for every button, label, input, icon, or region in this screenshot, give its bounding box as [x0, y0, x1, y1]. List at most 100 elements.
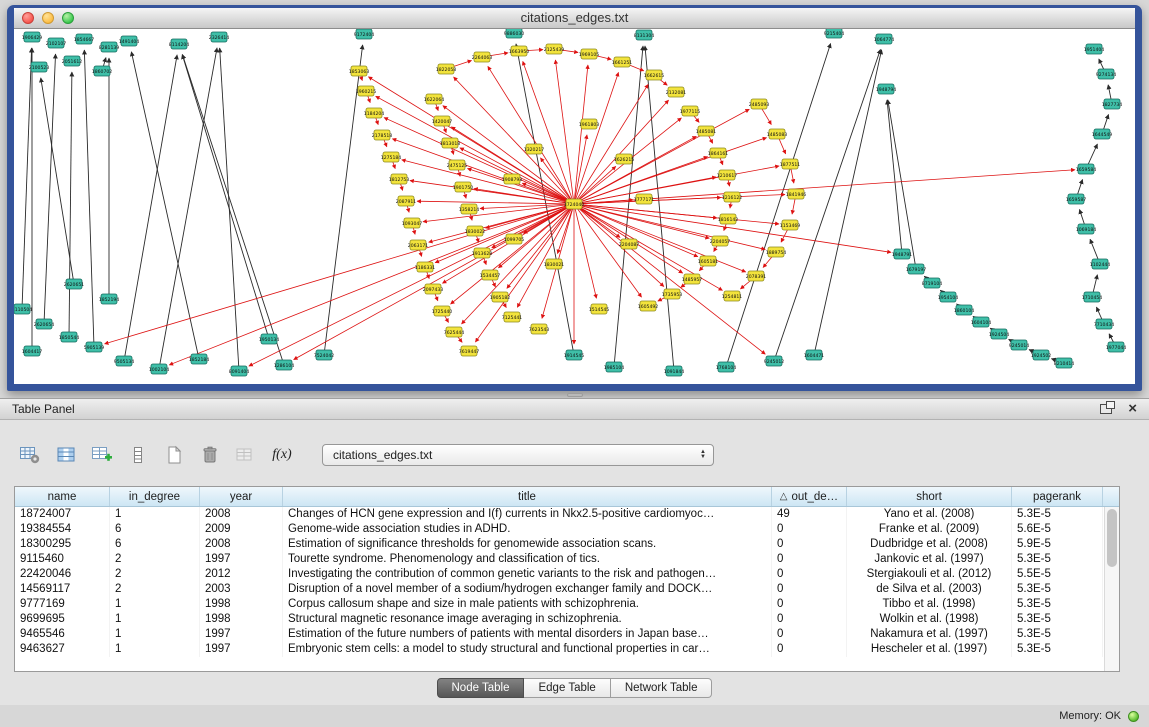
- graph-node[interactable]: 8091404: [229, 366, 250, 376]
- graph-node[interactable]: 1841946: [786, 189, 807, 199]
- graph-node[interactable]: 2102107: [46, 38, 67, 48]
- graph-node[interactable]: 1485081: [696, 126, 717, 136]
- graph-node[interactable]: 1254811: [722, 291, 743, 301]
- table-row[interactable]: 1872400712008Changes of HCN gene express…: [15, 507, 1119, 522]
- graph-node[interactable]: 1725440: [432, 306, 453, 316]
- graph-node[interactable]: 7619447: [459, 346, 480, 356]
- graph-node[interactable]: 1812753: [389, 174, 410, 184]
- column-header-title[interactable]: title: [283, 487, 772, 506]
- graph-node[interactable]: 1622064: [424, 94, 445, 104]
- graph-node[interactable]: 9886030: [504, 29, 525, 38]
- graph-node[interactable]: 1850544: [59, 332, 80, 342]
- scrollbar-thumb[interactable]: [1107, 509, 1117, 567]
- graph-node[interactable]: 1659587: [1066, 194, 1087, 204]
- graph-node[interactable]: 2620654: [34, 319, 55, 329]
- graph-node[interactable]: 2620651: [64, 279, 85, 289]
- graph-node[interactable]: 2326414: [209, 32, 230, 42]
- graph-node[interactable]: 9215404: [824, 29, 845, 38]
- network-canvas[interactable]: 1724040185306319602151184204217851812751…: [14, 29, 1135, 383]
- graph-node[interactable]: 1091844: [664, 366, 685, 376]
- graph-node[interactable]: 1906429: [22, 32, 43, 42]
- minimize-button[interactable]: [42, 12, 54, 24]
- graph-node[interactable]: 1960215: [356, 86, 377, 96]
- graph-node[interactable]: 1663950: [509, 46, 530, 56]
- graph-node[interactable]: 1827734: [1102, 99, 1123, 109]
- graph-node[interactable]: 1216122: [722, 192, 743, 202]
- graph-node[interactable]: 9172404: [354, 29, 375, 39]
- graph-node[interactable]: 1659584: [1076, 164, 1097, 174]
- select-rows-button[interactable]: [124, 442, 152, 468]
- graph-node[interactable]: 1813018: [440, 138, 461, 148]
- graph-node[interactable]: 2485093: [749, 99, 770, 109]
- table-row[interactable]: 946362711997Embryonic stem cells: a mode…: [15, 642, 1119, 657]
- graph-node[interactable]: 8114204: [169, 39, 190, 49]
- graph-node[interactable]: 1816142: [718, 214, 739, 224]
- graph-node[interactable]: 7625444: [444, 327, 465, 337]
- import-table-button[interactable]: [88, 442, 116, 468]
- graph-node[interactable]: 1853063: [349, 66, 370, 76]
- graph-node[interactable]: 2078391: [746, 271, 767, 281]
- column-header-pagerank[interactable]: pagerank: [1012, 487, 1103, 506]
- table-row[interactable]: 1456911722003Disruption of a novel membe…: [15, 582, 1119, 597]
- graph-node[interactable]: 1153469: [780, 220, 801, 230]
- graph-node[interactable]: 1661251: [612, 57, 633, 67]
- graph-node[interactable]: 1924502: [1031, 350, 1052, 360]
- graph-node[interactable]: 2063171: [408, 240, 429, 250]
- graph-node[interactable]: 2475125: [447, 160, 468, 170]
- graph-node[interactable]: 1735953: [662, 289, 683, 299]
- graph-node[interactable]: 1969105: [579, 49, 600, 59]
- column-header-short[interactable]: short: [847, 487, 1012, 506]
- graph-node[interactable]: 1905182: [490, 292, 511, 302]
- graph-node[interactable]: 2087911: [396, 196, 417, 206]
- graph-node[interactable]: 1860702: [92, 66, 113, 76]
- graph-node[interactable]: 1768104: [716, 362, 737, 372]
- graph-node[interactable]: 1534457: [480, 270, 501, 280]
- column-header-in-degree[interactable]: in_degree: [110, 487, 200, 506]
- vertical-scrollbar[interactable]: [1104, 507, 1119, 671]
- graph-node[interactable]: 1358214: [459, 204, 480, 214]
- graph-node[interactable]: 1662615: [644, 70, 665, 80]
- graph-node[interactable]: 8719104: [922, 278, 943, 288]
- graph-node[interactable]: 1901750: [453, 182, 474, 192]
- graph-node[interactable]: 1626215: [614, 154, 635, 164]
- graph-node[interactable]: 9505134: [114, 356, 135, 366]
- graph-node[interactable]: 2264063: [472, 52, 493, 62]
- graph-node[interactable]: 1420047: [432, 116, 453, 126]
- graph-node[interactable]: 1099705: [504, 234, 525, 244]
- graph-node[interactable]: 9245014: [1009, 340, 1030, 350]
- graph-node[interactable]: 7623543: [529, 324, 550, 334]
- table-row[interactable]: 946554611997Estimation of the future num…: [15, 627, 1119, 642]
- graph-node[interactable]: 2100523: [29, 62, 50, 72]
- graph-node[interactable]: 1977115: [680, 106, 701, 116]
- table-row[interactable]: 2242004622012Investigating the contribut…: [15, 567, 1119, 582]
- table-row[interactable]: 1830029562008Estimation of significance …: [15, 537, 1119, 552]
- graph-node[interactable]: 1184204: [364, 108, 385, 118]
- graph-node[interactable]: 1830021: [544, 259, 565, 269]
- graph-node[interactable]: 9274134: [1096, 69, 1117, 79]
- tab-node-table[interactable]: Node Table: [437, 678, 525, 698]
- graph-node[interactable]: 1514545: [589, 304, 610, 314]
- graph-node[interactable]: 1710454: [1082, 292, 1103, 302]
- table-row[interactable]: 977716911998Corpus callosum shape and si…: [15, 597, 1119, 612]
- close-button[interactable]: [22, 12, 34, 24]
- graph-node[interactable]: 8281139: [99, 42, 120, 52]
- graph-node[interactable]: 7125441: [502, 312, 523, 322]
- graph-node[interactable]: 1186331: [415, 262, 436, 272]
- graph-node[interactable]: 1950134: [259, 334, 280, 344]
- graph-node[interactable]: 1320217: [524, 144, 545, 154]
- graph-node[interactable]: 1830022: [465, 226, 486, 236]
- graph-node[interactable]: 1822058: [436, 64, 457, 74]
- graph-node[interactable]: 1854667: [74, 34, 95, 44]
- float-panel-icon[interactable]: [1100, 404, 1112, 414]
- create-column-button[interactable]: [160, 442, 188, 468]
- graph-node[interactable]: 1604417: [22, 346, 43, 356]
- tab-network-table[interactable]: Network Table: [611, 678, 713, 698]
- graph-node[interactable]: 1977044: [1106, 342, 1127, 352]
- graph-node[interactable]: 1948794: [876, 84, 897, 94]
- graph-node[interactable]: 1604104: [971, 317, 992, 327]
- graph-node[interactable]: 1913628: [472, 248, 493, 258]
- graph-node[interactable]: 2097433: [423, 284, 444, 294]
- graph-node[interactable]: 1093047: [402, 218, 423, 228]
- graph-node[interactable]: 5905139: [84, 342, 105, 352]
- graph-node[interactable]: 2178518: [372, 130, 393, 140]
